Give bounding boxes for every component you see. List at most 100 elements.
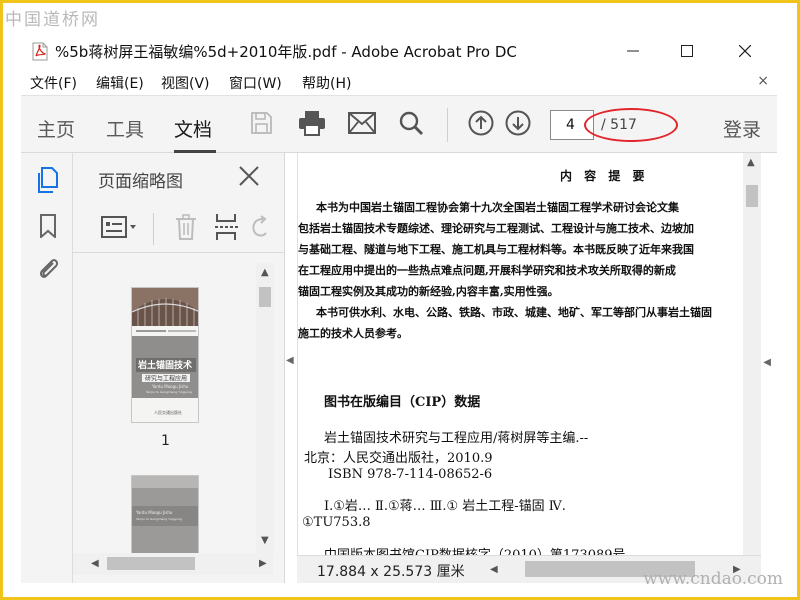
- close-panel-button[interactable]: [238, 165, 260, 187]
- cip-line: Ⅰ.①岩… Ⅱ.①蒋… Ⅲ.① 岩土工程-锚固 Ⅳ.: [324, 499, 566, 514]
- page-down-icon: [505, 110, 531, 140]
- document-view: 内 容 提 要 本书为中国岩土锚固工程协会第十九次全国岩土锚固工程学术研讨会论文…: [297, 153, 763, 555]
- cip-line: ISBN 978-7-114-08652-6: [328, 467, 493, 482]
- doc-summary-line: 施工的技术人员参考。: [298, 327, 408, 340]
- search-button[interactable]: [396, 110, 426, 140]
- thumbnail-page-2[interactable]: Yantu Maogu Jishu Yanjiu Yu Gongcheng Yi…: [131, 475, 199, 553]
- window-title: %5b蒋树屏王福敏编%5d+2010年版.pdf - Adobe Acrobat…: [55, 43, 517, 61]
- page-thumbnails-icon: [36, 167, 60, 197]
- cover2-pinyin-text: Yantu Maogu Jishu: [135, 510, 173, 515]
- previous-page-button[interactable]: [466, 110, 496, 140]
- cip-line: 北京：人民交通出版社，2010.9: [304, 451, 493, 466]
- minimize-icon: [627, 42, 639, 61]
- maximize-button[interactable]: [667, 37, 707, 65]
- page-up-icon: [468, 110, 494, 140]
- thumbnail-horizontal-scrollbar[interactable]: ◀ ▶: [73, 553, 273, 575]
- collapse-left-panel-icon[interactable]: ◀: [286, 355, 294, 366]
- page-thumbnails-button[interactable]: [35, 167, 61, 197]
- left-navigation-rail: [21, 153, 73, 583]
- cover-title-text: 岩土锚固技术: [137, 359, 192, 371]
- cip-line: 中国版本图书馆CIP数据核字（2010）第173089号: [324, 544, 626, 555]
- book-cover-1: 岩土锚固技术 研究与工程应用 Yantu Maogu Jishu Yanjiu …: [132, 288, 198, 422]
- menu-close-button[interactable]: ×: [757, 73, 769, 89]
- panel-separator: [153, 213, 154, 245]
- doc-summary-line: 本书为中国岩土锚固工程协会第十九次全国岩土锚固工程学术研讨会论文集: [316, 201, 679, 214]
- rotate-page-icon: [251, 215, 269, 243]
- email-icon: [348, 112, 376, 138]
- thumbnails-panel: 页面缩略图 岩土锚固技术 研究与工程应用 Yantu Maogu Jishu Y…: [73, 153, 285, 583]
- print-icon: [298, 110, 326, 140]
- cover-publisher-text: 人民交通出版社: [154, 409, 182, 415]
- bookmarks-button[interactable]: [35, 214, 61, 242]
- email-button[interactable]: [347, 110, 377, 140]
- close-window-button[interactable]: [725, 37, 765, 65]
- watermark-bottom: www.cndao.com: [643, 569, 783, 589]
- close-icon: [239, 166, 259, 186]
- save-button[interactable]: [246, 110, 276, 140]
- expand-right-panel-icon[interactable]: ◀: [763, 357, 771, 368]
- save-icon: [249, 111, 273, 139]
- doc-summary-line: 与基础工程、隧道与地下工程、施工机具与工程材料等。本书既反映了近年来我国: [298, 243, 694, 256]
- scrollbar-thumb[interactable]: [746, 185, 758, 207]
- scroll-down-icon[interactable]: ▼: [261, 535, 269, 546]
- scrollbar-thumb[interactable]: [107, 557, 195, 570]
- title-bar: %5b蒋树屏王福敏编%5d+2010年版.pdf - Adobe Acrobat…: [3, 33, 797, 69]
- menu-bar: 文件(F) 编辑(E) 视图(V) 窗口(W) 帮助(H) ×: [3, 69, 797, 95]
- rotate-page-button[interactable]: [251, 215, 269, 243]
- thumbnails-panel-title: 页面缩略图: [98, 172, 183, 192]
- doc-summary-line: 在工程应用中提出的一些热点难点问题,开展科学研究和技术攻关所取得的新成: [298, 264, 676, 277]
- thumbnail-options-icon: [101, 216, 139, 242]
- doc-summary-line: 包括岩土锚固技术专题综述、理论研究与工程测试、工程设计与施工技术、边坡加: [298, 222, 694, 235]
- attachments-button[interactable]: [35, 257, 61, 283]
- main-toolbar: 主页 工具 文档 4 / 517 登录: [21, 95, 777, 153]
- print-button[interactable]: [297, 110, 327, 140]
- screenshot-frame: 中国道桥网 www.cndao.com %5b蒋树屏王福敏编%5d+2010年版…: [3, 3, 797, 597]
- scroll-right-icon[interactable]: ▶: [259, 558, 267, 569]
- tab-home[interactable]: 主页: [37, 115, 75, 142]
- scroll-left-icon[interactable]: ◀: [490, 564, 498, 575]
- menu-help[interactable]: 帮助(H): [302, 73, 351, 93]
- scroll-left-icon[interactable]: ◀: [91, 558, 99, 569]
- minimize-button[interactable]: [613, 37, 653, 65]
- pdf-file-icon: [32, 42, 48, 61]
- delete-page-button[interactable]: [173, 214, 199, 244]
- bookmark-icon: [39, 214, 57, 242]
- insert-page-icon: [214, 213, 240, 245]
- search-icon: [398, 110, 424, 140]
- attachment-icon: [36, 256, 60, 284]
- cover-pinyin-text: Yantu Maogu Jishu: [151, 384, 189, 389]
- doc-summary-heading: 内 容 提 要: [560, 169, 649, 183]
- thumbnail-list: 岩土锚固技术 研究与工程应用 Yantu Maogu Jishu Yanjiu …: [73, 257, 263, 553]
- insert-page-button[interactable]: [214, 213, 240, 245]
- close-icon: [738, 42, 752, 61]
- scroll-up-icon[interactable]: ▲: [747, 157, 755, 168]
- cover-subtitle-text: 研究与工程应用: [145, 375, 187, 383]
- delete-page-icon: [175, 214, 197, 244]
- page-size-label: 17.884 x 25.573 厘米: [317, 564, 465, 580]
- thumbnail-page-1[interactable]: 岩土锚固技术 研究与工程应用 Yantu Maogu Jishu Yanjiu …: [131, 287, 199, 423]
- scroll-up-icon[interactable]: ▲: [261, 267, 269, 278]
- tab-document[interactable]: 文档: [174, 115, 212, 142]
- cip-line: ①TU753.8: [302, 515, 371, 530]
- menu-view[interactable]: 视图(V): [161, 73, 210, 93]
- document-vertical-scrollbar[interactable]: ▲: [743, 153, 761, 555]
- menu-edit[interactable]: 编辑(E): [96, 73, 144, 93]
- cover2-sub-pinyin-text: Yanjiu Yu Gongcheng Yingyong: [136, 517, 182, 521]
- book-cover-2: Yantu Maogu Jishu Yanjiu Yu Gongcheng Yi…: [132, 476, 198, 553]
- thumbnail-vertical-scrollbar[interactable]: ▲ ▼: [256, 263, 274, 553]
- toolbar-separator: [447, 108, 448, 142]
- menu-window[interactable]: 窗口(W): [229, 73, 282, 93]
- maximize-icon: [681, 42, 693, 61]
- doc-summary-line: 锚固工程实例及其成功的新经验,内容丰富,实用性强。: [298, 285, 559, 298]
- next-page-button[interactable]: [503, 110, 533, 140]
- tab-tools[interactable]: 工具: [106, 115, 144, 142]
- watermark-top: 中国道桥网: [5, 10, 100, 30]
- doc-summary-line: 本书可供水利、水电、公路、铁路、市政、城建、地矿、军工等部门从事岩土锚固: [316, 306, 712, 319]
- thumbnail-options-button[interactable]: [101, 215, 139, 243]
- menu-file[interactable]: 文件(F): [30, 73, 77, 93]
- cip-heading: 图书在版编目（CIP）数据: [324, 395, 481, 410]
- login-link[interactable]: 登录: [723, 115, 761, 142]
- highlight-ellipse-annotation: [584, 108, 678, 142]
- scrollbar-thumb[interactable]: [259, 287, 271, 307]
- cip-line: 岩土锚固技术研究与工程应用/蒋树屏等主编.--: [324, 431, 589, 446]
